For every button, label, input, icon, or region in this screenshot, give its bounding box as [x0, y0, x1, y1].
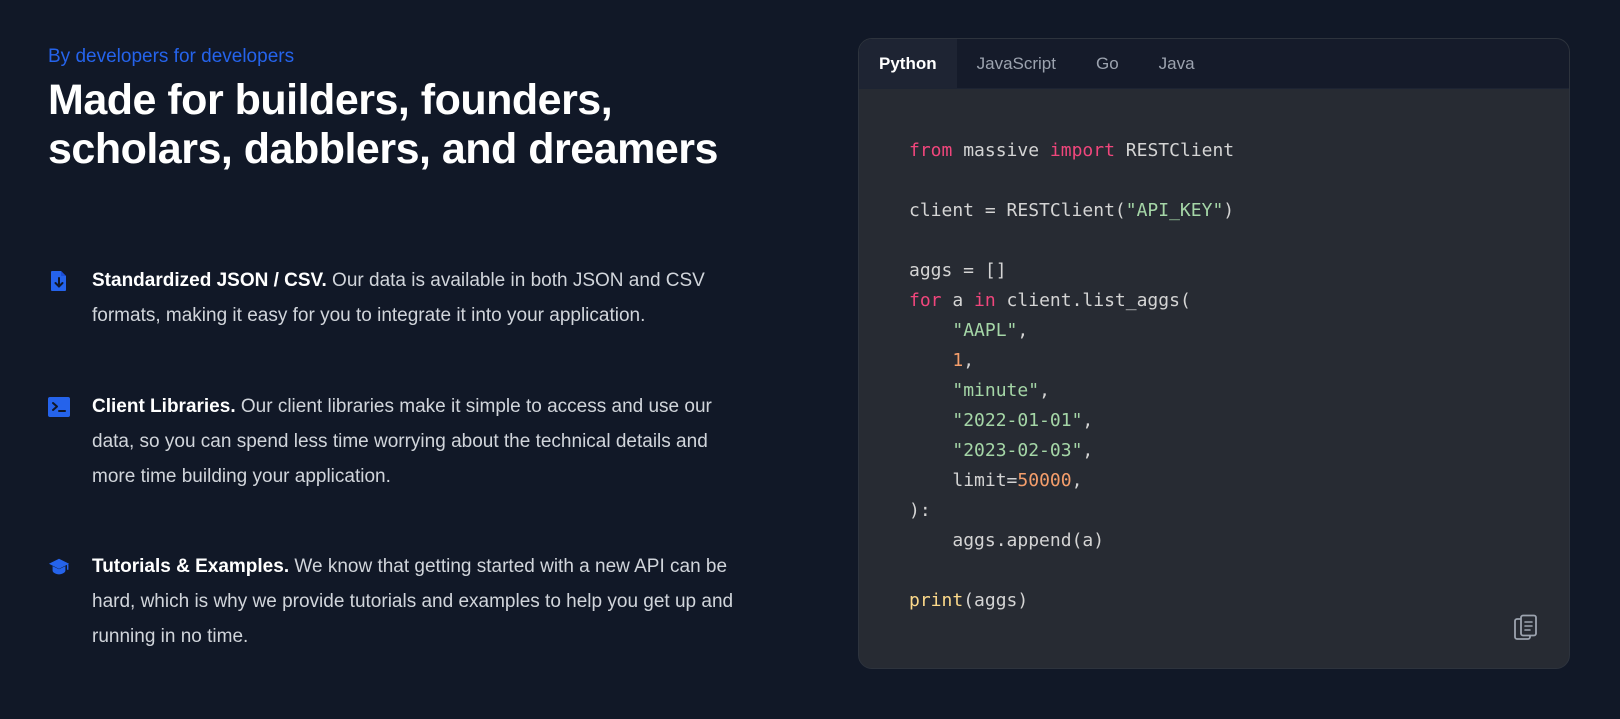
code-string: "2022-01-01" [952, 410, 1083, 431]
tab-javascript[interactable]: JavaScript [957, 39, 1076, 88]
code-keyword: for [909, 290, 942, 311]
code-text: aggs.append(a) [952, 530, 1105, 551]
code-string: "AAPL" [952, 320, 1018, 341]
code-text: ): [909, 500, 931, 521]
feature-item-tutorials: Tutorials & Examples. We know that getti… [48, 549, 768, 654]
code-text: a [941, 290, 975, 311]
graduation-cap-icon [48, 556, 70, 578]
code-block: from massive import RESTClient client = … [909, 140, 1235, 611]
feature-title: Tutorials & Examples. [92, 556, 290, 577]
code-text: RESTClient [1114, 140, 1235, 161]
page-title: Made for builders, founders, scholars, d… [48, 76, 718, 173]
code-text: aggs = [] [909, 260, 1007, 281]
feature-item-json-csv: Standardized JSON / CSV. Our data is ava… [48, 263, 768, 333]
file-download-icon [48, 270, 70, 292]
code-keyword: in [974, 290, 996, 311]
code-builtin: print [909, 590, 964, 611]
feature-title: Client Libraries. [92, 396, 236, 417]
code-text: client = RESTClient( [909, 200, 1126, 221]
code-string: "API_KEY" [1125, 200, 1224, 221]
terminal-icon [48, 396, 70, 418]
code-text: limit= [952, 470, 1018, 491]
feature-title: Standardized JSON / CSV. [92, 270, 327, 291]
hero: By developers for developers Made for bu… [48, 44, 768, 174]
code-keyword: import [1049, 140, 1115, 161]
code-string: "2023-02-03" [952, 440, 1083, 461]
eyebrow-text: By developers for developers [48, 46, 295, 67]
code-text: client.list_aggs( [995, 290, 1191, 311]
code-text: (aggs) [963, 590, 1029, 611]
code-text: massive [952, 140, 1050, 161]
code-keyword: from [909, 140, 953, 161]
page: By developers for developers Made for bu… [0, 0, 1620, 719]
tab-python[interactable]: Python [859, 39, 957, 88]
code-panel: Python JavaScript Go Java from massive i… [858, 38, 1570, 669]
tab-java[interactable]: Java [1139, 39, 1215, 88]
clipboard-copy-icon[interactable] [1513, 614, 1539, 642]
tab-go[interactable]: Go [1076, 39, 1139, 88]
code-text: ) [1223, 200, 1235, 221]
feature-item-client-libraries: Client Libraries. Our client libraries m… [48, 389, 768, 494]
code-string: "minute" [952, 380, 1040, 401]
code-number: 50000 [1017, 470, 1072, 491]
language-tabs: Python JavaScript Go Java [859, 39, 1569, 89]
code-number: 1 [952, 350, 964, 371]
